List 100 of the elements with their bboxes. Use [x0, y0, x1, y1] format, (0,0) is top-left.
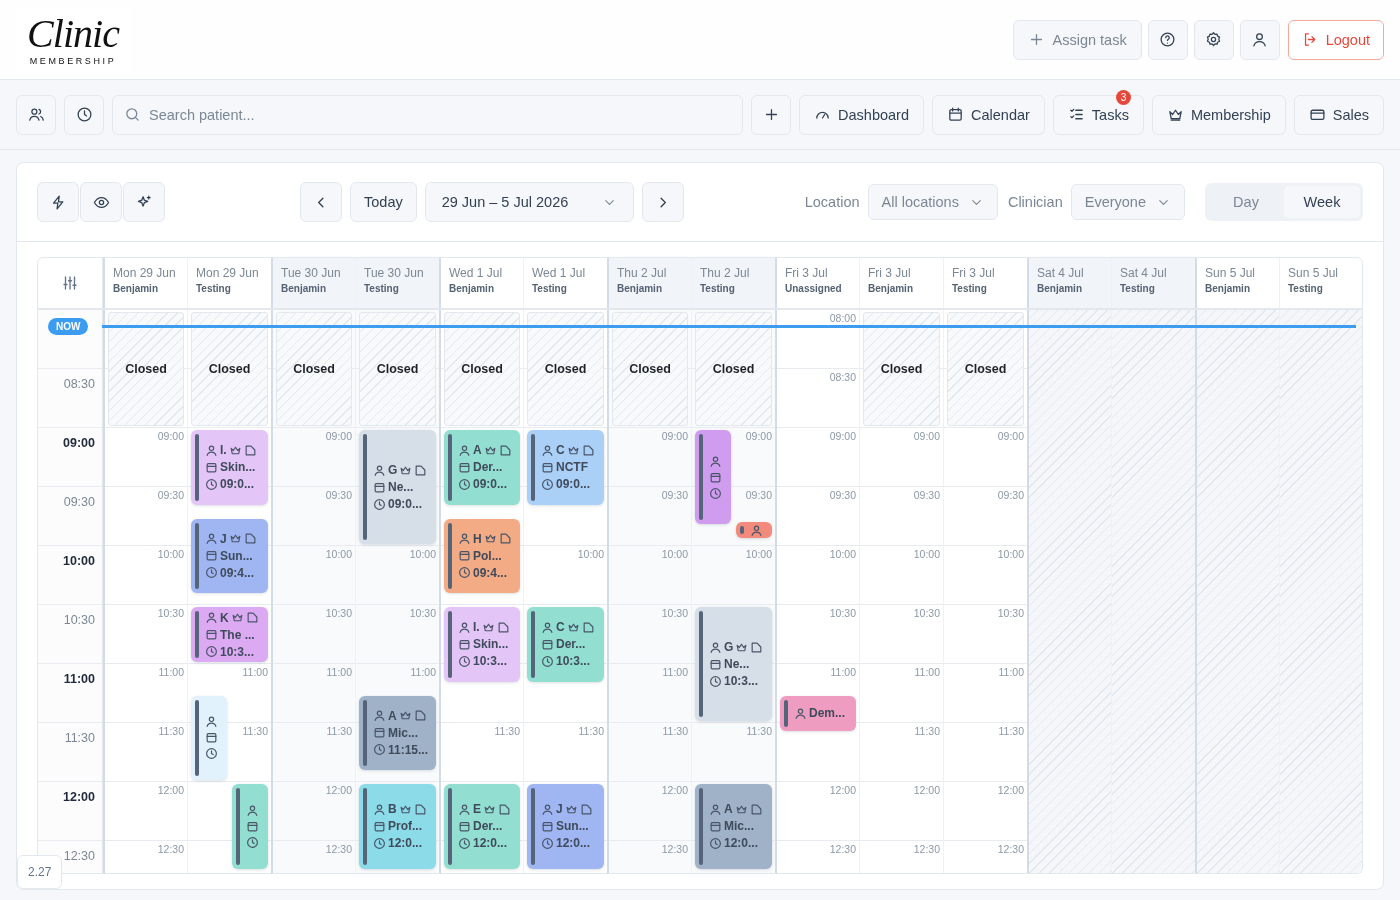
slot-time: 09:30 — [157, 489, 184, 502]
slot-time: 12:30 — [661, 843, 688, 856]
calendar-icon — [373, 819, 386, 833]
appointment-card[interactable]: B Prof... 12:0... — [359, 784, 436, 869]
person-icon — [205, 443, 218, 457]
closed-block: Closed — [612, 312, 688, 426]
history-button[interactable] — [64, 94, 104, 135]
appointment-card[interactable]: K The ... 10:3... — [191, 607, 268, 662]
visibility-button[interactable] — [80, 182, 122, 222]
appointment-card[interactable]: G Ne... 10:3... — [695, 607, 772, 721]
nav-tab[interactable]: Sales — [1293, 94, 1384, 135]
sparkle-button[interactable] — [123, 182, 165, 222]
date-range-dropdown[interactable]: 29 Jun – 5 Jul 2026 — [424, 182, 634, 222]
service-name: Sun... — [220, 548, 253, 563]
slot-time: 08:30 — [829, 371, 856, 384]
person-icon — [205, 715, 218, 729]
location-dropdown[interactable]: All locations — [867, 184, 998, 220]
appointment-card[interactable] — [232, 784, 268, 869]
day-label: Mon 29 Jun — [113, 266, 177, 280]
clinician-name: Benjamin — [617, 283, 663, 294]
appointment-card[interactable]: J Sun... 09:4... — [191, 518, 268, 594]
today-button[interactable]: Today — [350, 182, 417, 222]
slot-time: 11:30 — [242, 725, 268, 738]
clock-icon — [541, 654, 554, 668]
view-tab[interactable]: Day — [1208, 186, 1284, 218]
quick-action-button[interactable] — [37, 182, 79, 222]
logout-button[interactable]: Logout — [1287, 19, 1384, 60]
patients-button[interactable] — [16, 94, 56, 135]
appointment-card[interactable]: C NCTF 09:0... — [527, 430, 604, 505]
nav-tab[interactable]: Membership — [1151, 94, 1286, 135]
note-icon — [498, 802, 511, 816]
nav-tab[interactable]: Dashboard — [799, 94, 924, 135]
calendar-icon — [205, 460, 218, 474]
search-icon — [124, 105, 141, 123]
slot-time: 10:00 — [577, 548, 604, 561]
clock-icon — [458, 566, 471, 580]
day-label: Thu 2 Jul — [700, 266, 751, 280]
clock-icon — [205, 566, 218, 580]
people-icon — [27, 106, 45, 123]
sliders-icon[interactable] — [61, 274, 79, 292]
profile-button[interactable] — [1239, 19, 1280, 60]
service-name: Mic... — [388, 725, 418, 740]
patient-initial: K — [220, 610, 229, 625]
slot-time: 11:30 — [578, 725, 604, 738]
appointment-time: 12:0... — [388, 836, 423, 851]
appointment-time: 09:4... — [220, 565, 255, 580]
appointment-card[interactable] — [736, 522, 772, 539]
appointment-card[interactable]: I. Skin... 10:3... — [444, 607, 520, 682]
service-name: Pol... — [473, 548, 502, 563]
person-icon — [709, 640, 722, 654]
patient-initial: A — [473, 443, 482, 458]
calendar-icon — [709, 657, 722, 671]
patient-initial: A — [724, 802, 733, 817]
settings-button[interactable] — [1193, 19, 1234, 60]
search-field[interactable]: Search patient... — [112, 94, 744, 135]
clock-icon — [205, 645, 218, 658]
appointment-card[interactable]: C Der... 10:3... — [527, 607, 604, 682]
appointment-card[interactable]: G Ne... 09:0... — [359, 430, 436, 544]
appointment-time: 09:0... — [220, 477, 255, 492]
help-button[interactable] — [1147, 19, 1188, 60]
calendar-icon — [541, 460, 554, 474]
appointment-card[interactable] — [191, 695, 227, 780]
slot-time: 11:00 — [998, 666, 1024, 679]
appointment-time: 12:0... — [556, 836, 591, 851]
slot-time: 10:30 — [661, 607, 688, 620]
slot-time: 12:00 — [325, 784, 352, 797]
slot-time: 09:00 — [829, 430, 856, 443]
appointment-card[interactable]: J Sun... 12:0... — [527, 784, 604, 869]
slot-time: 11:00 — [914, 666, 940, 679]
appointment-card[interactable]: A Mic... 11:15... — [359, 695, 436, 771]
appointment-card[interactable]: A Mic... 12:0... — [695, 784, 772, 869]
person-icon — [205, 532, 218, 546]
slot-time: 12:30 — [325, 843, 352, 856]
appointment-card[interactable]: Dem... — [780, 695, 856, 731]
service-name: Mic... — [724, 819, 754, 834]
clinician-dropdown[interactable]: Everyone — [1070, 184, 1185, 220]
assign-task-button[interactable]: Assign task — [1013, 19, 1142, 60]
calendar-icon — [205, 549, 218, 563]
service-name: Der... — [556, 637, 586, 652]
view-tab[interactable]: Week — [1284, 186, 1360, 218]
slot-time: 12:00 — [997, 784, 1024, 797]
day-label: Wed 1 Jul — [449, 266, 504, 280]
slot-time: 11:30 — [158, 725, 184, 738]
slot-time: 11:00 — [830, 666, 856, 679]
day-label: Sat 4 Jul — [1037, 266, 1085, 280]
appointment-card[interactable] — [695, 430, 731, 525]
day-label: Tue 30 Jun — [281, 266, 342, 280]
slot-time: 11:00 — [158, 666, 184, 679]
note-icon — [581, 620, 595, 634]
patient-initial: H — [473, 531, 482, 546]
appointment-card[interactable]: H Pol... 09:4... — [444, 518, 520, 594]
appointment-card[interactable]: A Der... 09:0... — [444, 430, 520, 505]
appointment-card[interactable]: E Der... 12:0... — [444, 784, 520, 869]
appointment-card[interactable]: I. Skin... 09:0... — [191, 430, 268, 505]
patient-initial: J — [220, 531, 227, 546]
day-label: Fri 3 Jul — [785, 266, 829, 280]
nav-tab[interactable]: Calendar — [932, 94, 1045, 135]
service-name: Ne... — [724, 657, 750, 671]
slot-time: 09:30 — [997, 489, 1024, 502]
service-name: Der... — [473, 460, 503, 475]
